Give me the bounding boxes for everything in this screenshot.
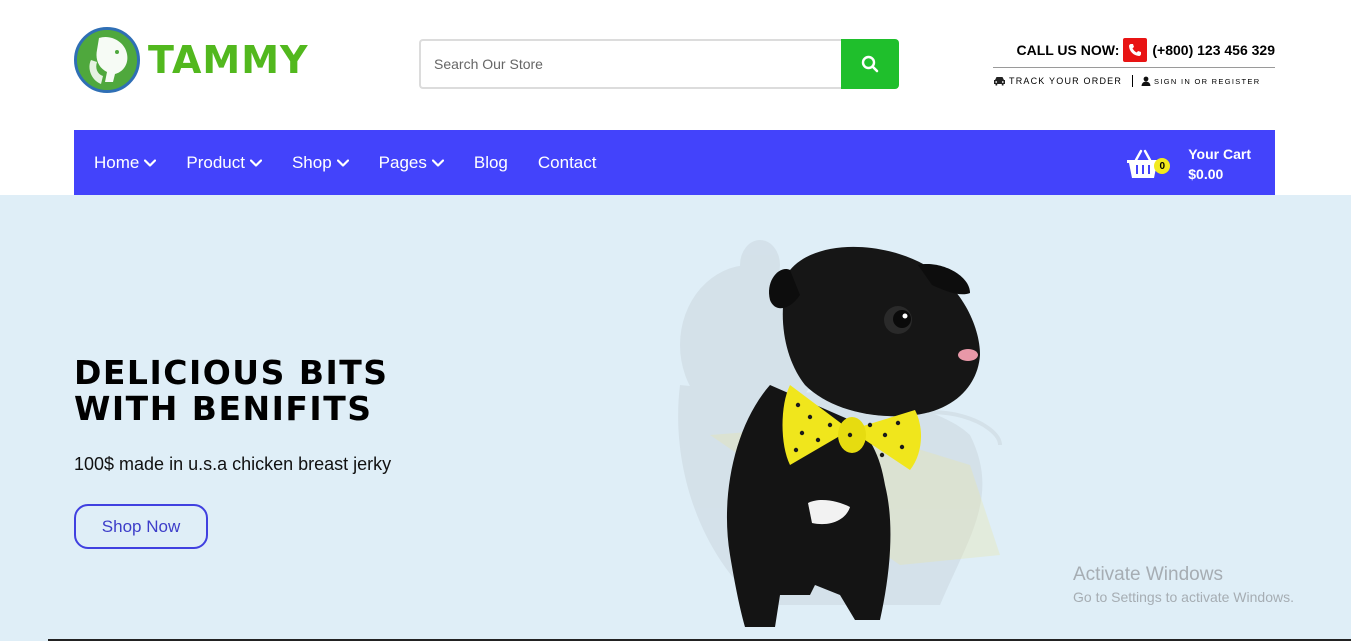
cart-total: $0.00 [1188,166,1224,182]
watermark-title: Activate Windows [1073,564,1223,585]
phone-number[interactable]: (+800) 123 456 329 [1152,42,1275,58]
search-bar [419,39,899,89]
links-separator [1132,75,1134,87]
chevron-down-icon [144,158,157,167]
hero-title-line-1: DELICIOUS BITS [74,353,389,392]
basket-icon: 0 [1126,148,1171,180]
shop-now-button[interactable]: Shop Now [74,504,208,549]
hero-title-line-2: WITH BENIFITS [74,389,373,428]
hero-title: DELICIOUS BITS WITH BENIFITS [74,355,389,427]
nav-item-pages[interactable]: Pages [379,153,444,173]
nav-item-blog[interactable]: Blog [474,153,508,173]
main-nav: Home Product Shop Pages Blog Contact 0 Y… [74,130,1275,195]
nav-item-label: Shop [291,152,332,172]
brand-name: TAMMY [148,38,309,82]
search-input[interactable] [419,39,841,89]
nav-item-label: Blog [473,152,508,172]
pug-dog-image [678,240,1002,627]
signin-label: SIGN IN OR REGISTER [1154,76,1261,86]
track-order-link[interactable]: TRACK YOUR ORDER [993,76,1122,86]
call-label: CALL US NOW: [1016,42,1120,58]
chevron-down-icon [431,158,444,167]
cart-label: Your Cart [1188,146,1251,162]
phone-icon [1123,38,1148,62]
chevron-down-icon [249,158,262,167]
nav-item-shop[interactable]: Shop [292,153,349,173]
brand-logo[interactable]: TAMMY [74,27,309,93]
nav-item-product[interactable]: Product [186,153,262,173]
hero-subtitle: 100$ made in u.s.a chicken breast jerky [74,454,392,474]
search-icon [861,55,879,73]
windows-activation-watermark: Activate Windows Go to Settings to activ… [1073,564,1294,605]
chevron-down-icon [336,158,349,167]
header-divider [993,67,1275,68]
nav-item-label: Home [94,152,140,172]
user-icon [1141,76,1151,86]
search-button[interactable] [841,39,899,89]
nav-item-label: Contact [537,152,597,172]
nav-item-contact[interactable]: Contact [538,153,597,173]
cart-count-badge: 0 [1154,158,1171,174]
nav-item-label: Pages [378,152,427,172]
car-icon [994,77,1005,86]
dog-cat-icon [74,27,140,93]
nav-item-label: Product [186,152,245,172]
signin-link[interactable]: SIGN IN OR REGISTER [1141,76,1260,86]
header-contact: CALL US NOW: (+800) 123 456 329 TRACK YO… [993,38,1275,87]
cart-button[interactable]: 0 Your Cart $0.00 [1126,144,1251,184]
watermark-subtitle: Go to Settings to activate Windows. [1073,589,1294,605]
track-order-label: TRACK YOUR ORDER [1009,76,1123,86]
nav-item-home[interactable]: Home [94,152,157,173]
